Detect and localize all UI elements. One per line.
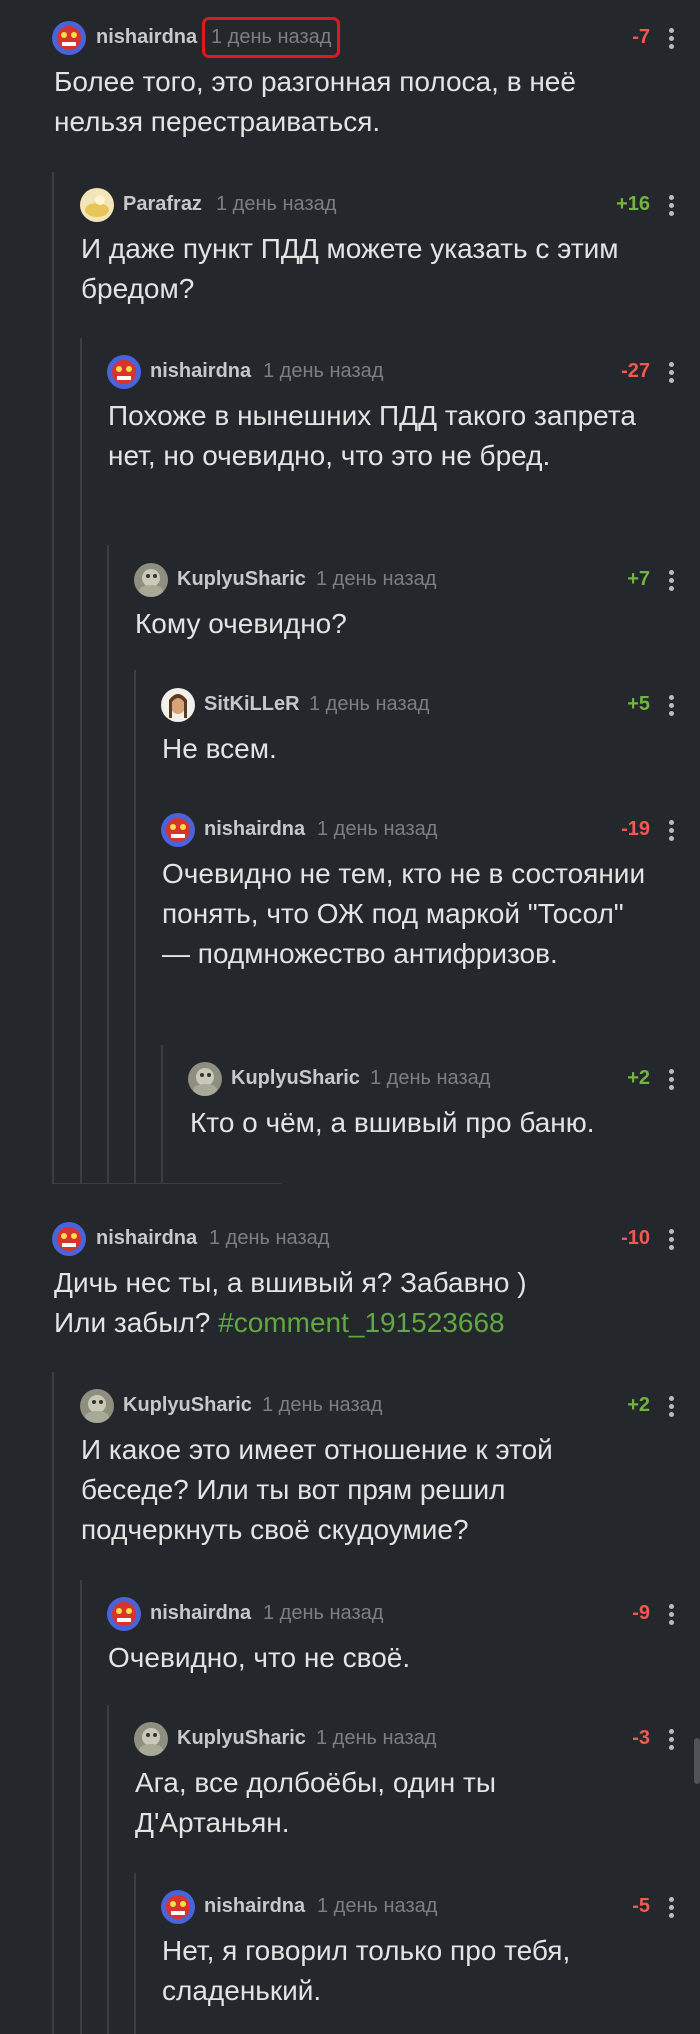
- rating: -27: [621, 360, 650, 382]
- username[interactable]: KuplyuSharic: [123, 1394, 252, 1417]
- comment-text: Дичь нес ты, а вшивый я? Забавно ) Или з…: [54, 1263, 654, 1343]
- timestamp[interactable]: 1 день назад: [262, 1394, 382, 1417]
- scrollbar[interactable]: [694, 1738, 700, 1784]
- avatar[interactable]: [161, 813, 195, 847]
- timestamp[interactable]: 1 день назад: [209, 1227, 329, 1250]
- username[interactable]: nishairdna: [204, 1895, 305, 1918]
- comment: SitKiLLeR 1 день назад +5 Не всем.: [0, 685, 700, 769]
- comment-text: И даже пункт ПДД можете указать с этим б…: [81, 233, 619, 304]
- comment: nishairdna 1 день назад -27 Похоже в нын…: [0, 352, 700, 476]
- more-icon[interactable]: [668, 1603, 674, 1625]
- comment: nishairdna 1 день назад -5 Нет, я говори…: [0, 1887, 700, 2011]
- comment-text: И какое это имеет отношение к этой бесед…: [81, 1434, 553, 1545]
- more-icon[interactable]: [668, 1228, 674, 1250]
- more-icon[interactable]: [668, 694, 674, 716]
- timestamp[interactable]: 1 день назад: [263, 360, 383, 383]
- rating: -5: [632, 1895, 650, 1917]
- rating: -9: [632, 1602, 650, 1624]
- comment-text: Кому очевидно?: [135, 608, 347, 639]
- more-icon[interactable]: [668, 194, 674, 216]
- timestamp[interactable]: 1 день назад: [263, 1602, 383, 1625]
- avatar[interactable]: [52, 1222, 86, 1256]
- comment-text: Ага, все долбоёбы, один ты Д'Артаньян.: [135, 1767, 496, 1838]
- comment: KuplyuSharic 1 день назад -3 Ага, все до…: [0, 1719, 700, 1843]
- rating: +2: [627, 1394, 650, 1416]
- comment: nishairdna 1 день назад -9 Очевидно, что…: [0, 1594, 700, 1678]
- timestamp[interactable]: 1 день назад: [317, 818, 437, 841]
- comment: nishairdna 1 день назад -10 Дичь нес ты,…: [0, 1219, 700, 1343]
- comment: KuplyuSharic 1 день назад +2 Кто о чём, …: [0, 1059, 700, 1143]
- thread-line: [52, 172, 54, 1184]
- more-icon[interactable]: [668, 1068, 674, 1090]
- more-icon[interactable]: [668, 1728, 674, 1750]
- avatar[interactable]: [80, 188, 114, 222]
- avatar[interactable]: [107, 1597, 141, 1631]
- rating: +2: [627, 1067, 650, 1089]
- rating: -19: [621, 818, 650, 840]
- rating: +16: [616, 193, 650, 215]
- comment: KuplyuSharic 1 день назад +2 И какое это…: [0, 1386, 700, 1550]
- rating: +5: [627, 693, 650, 715]
- username[interactable]: nishairdna: [96, 26, 197, 49]
- username[interactable]: SitKiLLeR: [204, 693, 300, 716]
- timestamp[interactable]: 1 день назад: [216, 193, 336, 216]
- username[interactable]: KuplyuSharic: [177, 568, 306, 591]
- avatar[interactable]: [80, 1389, 114, 1423]
- username[interactable]: KuplyuSharic: [231, 1067, 360, 1090]
- comment-text: Не всем.: [162, 733, 277, 764]
- more-icon[interactable]: [668, 569, 674, 591]
- avatar[interactable]: [134, 1722, 168, 1756]
- username[interactable]: nishairdna: [96, 1227, 197, 1250]
- avatar[interactable]: [52, 21, 86, 55]
- comment: Parafraz 1 день назад +16 И даже пункт П…: [0, 185, 700, 309]
- comment: KuplyuSharic 1 день назад +7 Кому очевид…: [0, 560, 700, 644]
- more-icon[interactable]: [668, 1395, 674, 1417]
- avatar[interactable]: [188, 1062, 222, 1096]
- timestamp[interactable]: 1 день назад: [309, 693, 429, 716]
- rating: +7: [627, 568, 650, 590]
- more-icon[interactable]: [668, 361, 674, 383]
- username[interactable]: nishairdna: [204, 818, 305, 841]
- username[interactable]: nishairdna: [150, 1602, 251, 1625]
- timestamp[interactable]: 1 день назад: [370, 1067, 490, 1090]
- comment-text: Нет, я говорил только про тебя, сладеньк…: [162, 1935, 571, 2006]
- username[interactable]: KuplyuSharic: [177, 1727, 306, 1750]
- comment: nishairdna 1 день назад -19 Очевидно не …: [0, 810, 700, 974]
- avatar[interactable]: [161, 688, 195, 722]
- comment-text: Более того, это разгонная полоса, в неё …: [54, 66, 576, 137]
- username[interactable]: nishairdna: [150, 360, 251, 383]
- timestamp-highlighted[interactable]: 1 день назад: [201, 17, 341, 58]
- more-icon[interactable]: [668, 819, 674, 841]
- comment: nishairdna 1 день назад -7 Более того, э…: [0, 17, 700, 142]
- timestamp[interactable]: 1 день назад: [316, 568, 436, 591]
- more-icon[interactable]: [668, 27, 674, 49]
- avatar[interactable]: [161, 1890, 195, 1924]
- rating: -10: [621, 1227, 650, 1249]
- more-icon[interactable]: [668, 1896, 674, 1918]
- thread-end-separator: [52, 1183, 282, 1184]
- timestamp[interactable]: 1 день назад: [316, 1727, 436, 1750]
- comment-text: Похоже в нынешних ПДД такого запрета нет…: [108, 400, 636, 471]
- rating: -7: [632, 26, 650, 48]
- timestamp[interactable]: 1 день назад: [317, 1895, 437, 1918]
- username[interactable]: Parafraz: [123, 193, 202, 216]
- comment-text: Очевидно не тем, кто не в состоянии поня…: [162, 858, 646, 969]
- rating: -3: [632, 1727, 650, 1749]
- comment-text: Кто о чём, а вшивый про баню.: [190, 1107, 595, 1138]
- avatar[interactable]: [134, 563, 168, 597]
- comment-text: Очевидно, что не своё.: [108, 1642, 411, 1673]
- avatar[interactable]: [107, 355, 141, 389]
- comment-link[interactable]: #comment_191523668: [218, 1307, 504, 1338]
